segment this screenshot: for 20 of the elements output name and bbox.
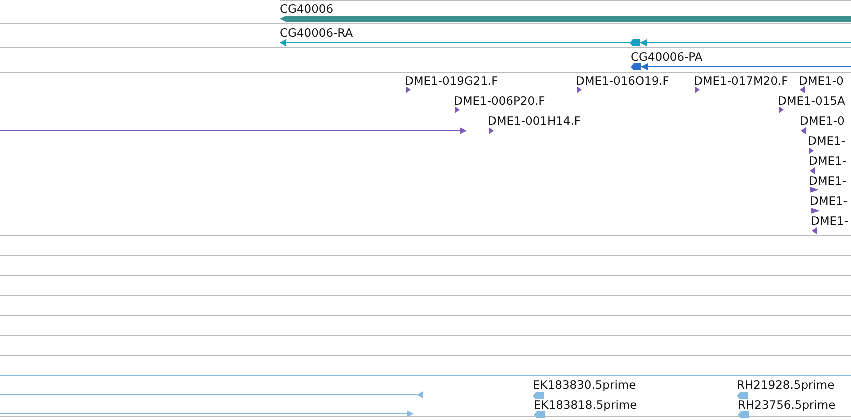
feature-label: DME1-015A [778,94,846,108]
feature-label: DME1- [810,194,848,208]
feature-label: EK183830.5prime [533,378,636,392]
feature-label: DME1-001H14.F [488,114,582,128]
feature-label: CG40006-PA [631,50,703,64]
feature-label: DME1-019G21.F [405,74,498,88]
feature-label: DME1-0 [799,74,844,88]
feature-label: CG40006-RA [280,26,354,40]
feature-label: DME1-0 [800,114,845,128]
feature-label: DME1-016O19.F [576,74,670,88]
feature-label: DME1- [809,154,847,168]
feature-label: RH21928.5prime [737,378,835,392]
feature-label: DME1-006P20.F [454,94,546,108]
feature-label: DME1- [809,174,847,188]
feature-label: DME1- [808,134,846,148]
feature-label: CG40006 [280,2,334,16]
feature-label: EK183818.5prime [534,398,638,412]
feature-label: RH23756.5prime [738,398,836,412]
feature-label: DME1- [811,214,849,228]
feature-label: DME1-017M20.F [694,74,788,88]
